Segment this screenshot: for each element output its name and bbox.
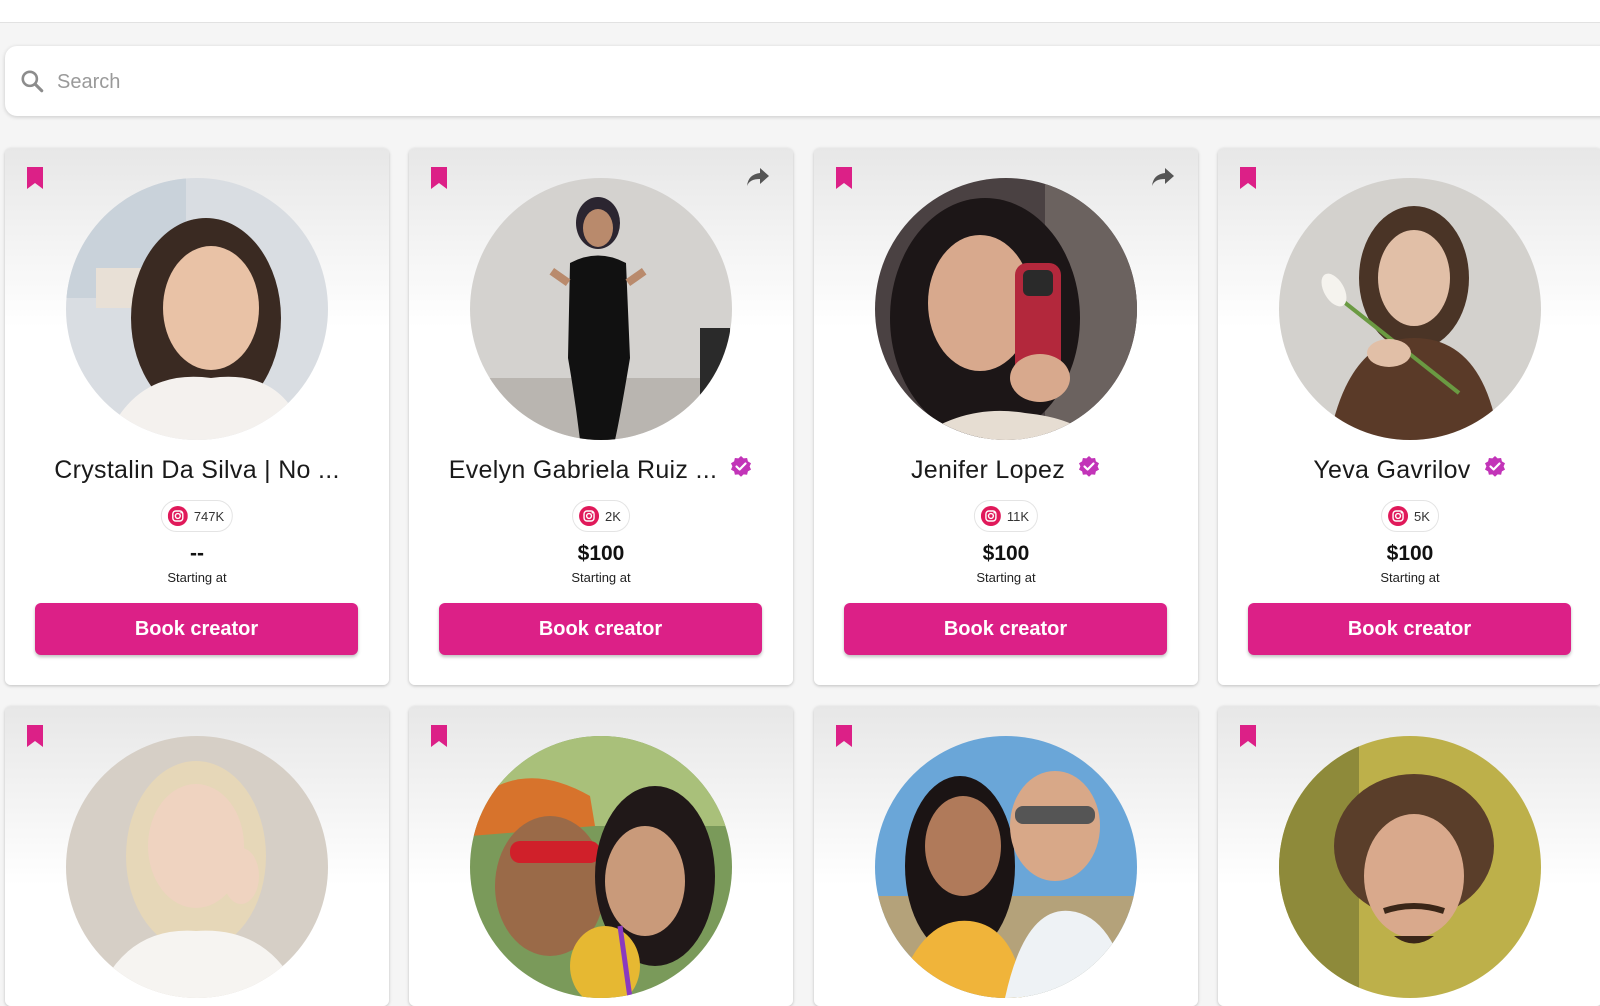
- creator-card: Crystalin Da Silva | No ... 747K -- Star…: [5, 148, 389, 685]
- bookmark-icon[interactable]: [429, 724, 449, 748]
- bookmark-icon[interactable]: [834, 166, 854, 190]
- bookmark-icon[interactable]: [1238, 724, 1258, 748]
- creator-card: Jenifer Lopez 11K $100 Starting at Book …: [814, 148, 1198, 685]
- price-caption: Starting at: [167, 570, 227, 585]
- creator-card: [5, 706, 389, 1006]
- book-creator-button[interactable]: Book creator: [439, 603, 762, 655]
- creator-name[interactable]: Jenifer Lopez: [911, 456, 1065, 485]
- creator-avatar[interactable]: [66, 178, 328, 440]
- verified-badge-icon: [1484, 456, 1505, 477]
- price-value: $100: [577, 542, 625, 565]
- creator-card: [1218, 706, 1600, 1006]
- bookmark-icon[interactable]: [25, 724, 45, 748]
- creator-name-row: Jenifer Lopez: [814, 450, 1198, 490]
- book-creator-button[interactable]: Book creator: [1248, 603, 1571, 655]
- share-icon[interactable]: [745, 166, 771, 188]
- follower-count: 2K: [605, 508, 621, 524]
- creator-avatar[interactable]: [1279, 178, 1541, 440]
- instagram-icon: [1388, 506, 1409, 526]
- creator-name[interactable]: Evelyn Gabriela Ruiz ...: [449, 456, 717, 485]
- creator-avatar[interactable]: [470, 736, 732, 998]
- creator-card: Yeva Gavrilov 5K $100 Starting at Book c…: [1218, 148, 1600, 685]
- follower-count: 747K: [193, 508, 225, 524]
- creator-card: [814, 706, 1198, 1006]
- bookmark-icon[interactable]: [25, 166, 45, 190]
- creator-avatar[interactable]: [470, 178, 732, 440]
- search-icon: [21, 70, 44, 93]
- creator-card: Evelyn Gabriela Ruiz ... 2K $100 Startin…: [409, 148, 793, 685]
- creator-avatar[interactable]: [875, 736, 1137, 998]
- verified-badge-icon: [731, 456, 752, 477]
- avatar-image: [66, 178, 328, 440]
- price-value: $100: [1386, 542, 1434, 565]
- creator-card: [409, 706, 793, 1006]
- creator-name-row: Yeva Gavrilov: [1218, 450, 1600, 490]
- top-bar: [0, 0, 1600, 23]
- price-caption: Starting at: [976, 570, 1036, 585]
- price-caption: Starting at: [1380, 570, 1440, 585]
- avatar-image: [66, 736, 328, 998]
- follower-badge: 747K: [160, 500, 234, 532]
- avatar-image: [470, 736, 732, 998]
- creator-name[interactable]: Yeva Gavrilov: [1313, 456, 1470, 485]
- avatar-image: [1279, 178, 1541, 440]
- price-value: $100: [982, 542, 1030, 565]
- avatar-image: [470, 178, 732, 440]
- bookmark-icon[interactable]: [1238, 166, 1258, 190]
- follower-badge: 5K: [1381, 500, 1439, 532]
- bookmark-icon[interactable]: [429, 166, 449, 190]
- book-creator-button[interactable]: Book creator: [844, 603, 1167, 655]
- creator-name-row: Evelyn Gabriela Ruiz ...: [409, 450, 793, 490]
- book-creator-button[interactable]: Book creator: [35, 603, 358, 655]
- avatar-image: [875, 178, 1137, 440]
- creator-avatar[interactable]: [66, 736, 328, 998]
- instagram-icon: [167, 506, 188, 526]
- creator-avatar[interactable]: [875, 178, 1137, 440]
- follower-count: 5K: [1414, 508, 1430, 524]
- follower-badge: 11K: [973, 500, 1039, 532]
- avatar-image: [875, 736, 1137, 998]
- creator-name-row: Crystalin Da Silva | No ...: [5, 450, 389, 490]
- creator-name[interactable]: Crystalin Da Silva | No ...: [54, 456, 340, 485]
- price-caption: Starting at: [571, 570, 631, 585]
- share-icon[interactable]: [1150, 166, 1176, 188]
- search-input[interactable]: [55, 64, 859, 100]
- follower-badge: 2K: [572, 500, 630, 532]
- avatar-image: [1279, 736, 1541, 998]
- creator-avatar[interactable]: [1279, 736, 1541, 998]
- follower-count: 11K: [1006, 508, 1030, 524]
- verified-badge-icon: [1079, 456, 1099, 477]
- price-value: --: [190, 542, 204, 565]
- bookmark-icon[interactable]: [834, 724, 854, 748]
- instagram-icon: [980, 506, 1001, 526]
- instagram-icon: [579, 506, 600, 526]
- search-bar[interactable]: [5, 46, 1600, 116]
